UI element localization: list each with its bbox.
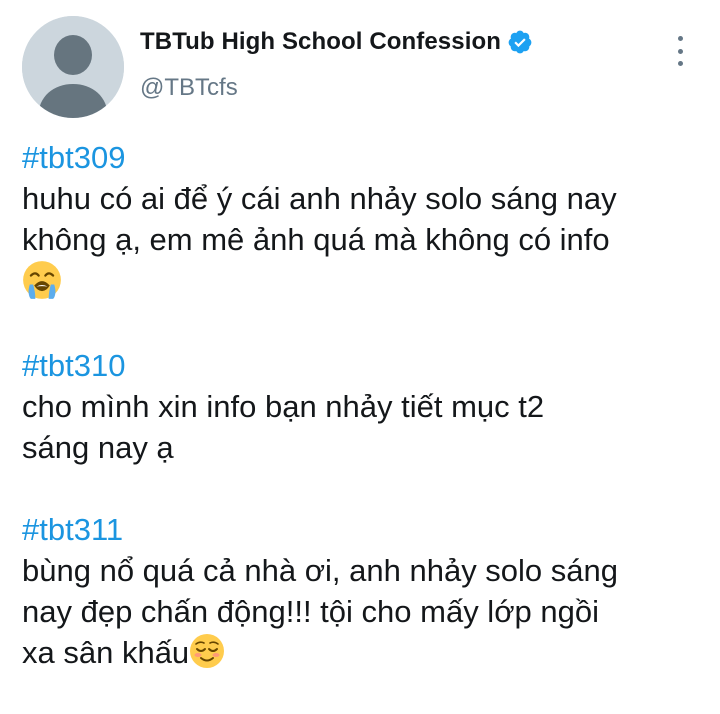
author-name-row: TBTub High School Confession	[140, 28, 533, 56]
author-display-name[interactable]: TBTub High School Confession	[140, 28, 501, 56]
default-profile-icon	[22, 16, 124, 118]
confession-item: #tbt310 cho mình xin info bạn nhảy tiết …	[22, 345, 712, 468]
confession-item: #tbt311 bùng nổ quá cả nhà ơi, anh nhảy …	[22, 509, 712, 673]
confession-item: #tbt309 huhu có ai để ý cái anh nhảy sol…	[22, 137, 712, 304]
author-handle[interactable]: @TBTcfs	[140, 74, 238, 102]
tweet-text-line: không ạ, em mê ảnh quá mà không có info	[22, 222, 610, 257]
hashtag-link[interactable]: #tbt309	[22, 137, 712, 178]
more-vertical-icon	[677, 36, 683, 41]
hashtag-link[interactable]: #tbt310	[22, 345, 712, 386]
tweet-text-line: xa sân khấu	[22, 632, 712, 673]
tweet-text-line: bùng nổ quá cả nhà ơi, anh nhảy solo sán…	[22, 553, 619, 588]
loudly-crying-face-emoji	[23, 261, 61, 299]
tweet-text-line: nay đẹp chấn động!!! tội cho mấy lớp ngồ…	[22, 594, 599, 629]
tweet-text-fragment: xa sân khấu	[22, 635, 190, 670]
avatar[interactable]	[22, 16, 124, 118]
tweet-text-line	[22, 260, 712, 304]
tweet-header: TBTub High School Confession @TBTcfs	[0, 0, 720, 130]
tweet-text-line: huhu có ai để ý cái anh nhảy solo sáng n…	[22, 181, 617, 216]
more-options-button[interactable]	[670, 36, 690, 66]
verified-badge-icon	[508, 30, 532, 54]
tweet-text-line: cho mình xin info bạn nhảy tiết mục t2	[22, 389, 545, 424]
tweet-text: #tbt309 huhu có ai để ý cái anh nhảy sol…	[22, 137, 712, 714]
relieved-face-emoji	[190, 634, 225, 668]
hashtag-link[interactable]: #tbt311	[22, 509, 712, 550]
tweet-text-line: sáng nay ạ	[22, 430, 174, 465]
